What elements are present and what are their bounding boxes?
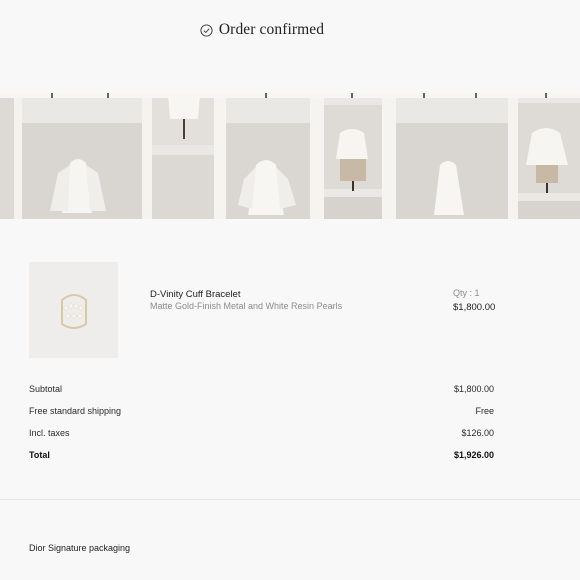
taxes-value: $126.00: [461, 428, 494, 438]
subtotal-label: Subtotal: [29, 384, 63, 394]
total-label: Total: [29, 450, 50, 460]
order-header: Order confirmed: [0, 0, 580, 60]
total-value: $1,926.00: [453, 450, 494, 460]
shipping-value: Free: [475, 406, 494, 416]
order-summary: Subtotal $1,800.00 Free standard shippin…: [29, 378, 494, 466]
hero-image: [0, 93, 580, 219]
subtotal-value: $1,800.00: [453, 384, 494, 394]
check-circle-icon: [200, 23, 213, 37]
taxes-row: Incl. taxes $126.00: [29, 422, 494, 444]
order-item: D-Vinity Cuff Bracelet Matte Gold-Finish…: [29, 262, 549, 358]
product-description: Matte Gold-Finish Metal and White Resin …: [150, 301, 343, 311]
product-price: $1,800.00: [453, 302, 496, 313]
product-quantity: Qty : 1: [453, 288, 480, 298]
subtotal-row: Subtotal $1,800.00: [29, 378, 494, 400]
bracelet-image: [60, 294, 87, 329]
shipping-label: Free standard shipping: [29, 406, 122, 416]
page-title: Order confirmed: [218, 21, 325, 38]
product-name[interactable]: D-Vinity Cuff Bracelet: [150, 289, 240, 300]
taxes-label: Incl. taxes: [29, 428, 70, 438]
order-confirmation: Order confirmed: [200, 21, 324, 39]
shipping-row: Free standard shipping Free: [29, 400, 494, 422]
packaging-label: Dior Signature packaging: [29, 543, 131, 553]
section-divider: [0, 499, 580, 500]
product-image[interactable]: [29, 262, 118, 358]
total-row: Total $1,926.00: [29, 444, 494, 466]
